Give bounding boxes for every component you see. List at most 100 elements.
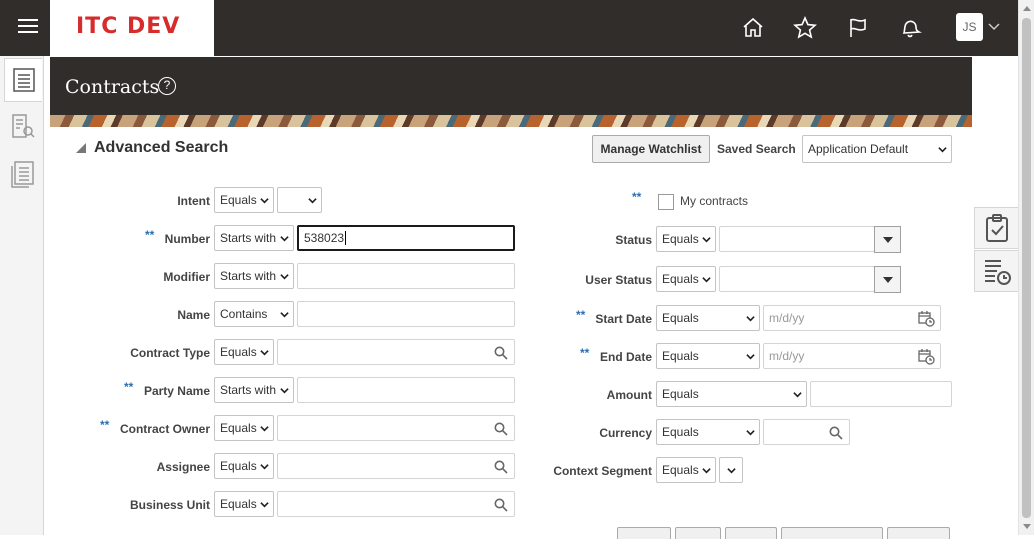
notifications-bell-icon[interactable] xyxy=(898,16,922,40)
status-input[interactable] xyxy=(719,226,875,252)
watchlist-flag-icon[interactable] xyxy=(846,16,870,40)
party-name-operator-select[interactable]: Starts with xyxy=(214,377,294,403)
chevron-down-icon xyxy=(260,198,269,204)
advanced-search-title[interactable]: Advanced Search xyxy=(94,139,228,157)
chevron-down-icon xyxy=(938,147,947,153)
contract-owner-operator-select[interactable]: Equals xyxy=(214,415,274,441)
start-date-operator-value: Equals xyxy=(662,311,699,325)
search-icon[interactable] xyxy=(494,346,508,360)
amount-operator-select[interactable]: Equals xyxy=(656,381,807,407)
search-icon[interactable] xyxy=(494,460,508,474)
intent-value-select[interactable] xyxy=(277,187,322,213)
document-search-icon xyxy=(12,114,35,138)
my-contracts-label: My contracts xyxy=(680,194,749,208)
start-date-placeholder: m/d/yy xyxy=(769,311,805,325)
end-date-label: End Date xyxy=(599,350,652,364)
assignee-operator-select[interactable]: Equals xyxy=(214,453,274,479)
search-icon[interactable] xyxy=(494,422,508,436)
status-dropdown-button[interactable] xyxy=(874,226,901,253)
chevron-down-icon xyxy=(260,426,269,432)
amount-operator-value: Equals xyxy=(662,387,699,401)
favorites-star-icon[interactable] xyxy=(793,16,817,40)
business-unit-operator-select[interactable]: Equals xyxy=(214,491,274,517)
amount-input[interactable] xyxy=(810,381,952,407)
search-button[interactable] xyxy=(617,527,671,539)
dropdown-triangle-icon xyxy=(882,236,893,243)
user-avatar[interactable]: JS xyxy=(956,13,983,41)
saved-search-label: Saved Search xyxy=(717,142,796,156)
context-segment-operator-select[interactable]: Equals xyxy=(656,457,716,483)
my-contracts-checkbox[interactable] xyxy=(658,194,674,210)
contract-type-input[interactable] xyxy=(277,339,515,365)
collapse-triangle-icon[interactable] xyxy=(76,143,86,153)
tasks-list-tab[interactable] xyxy=(4,58,42,102)
contract-owner-input[interactable] xyxy=(277,415,515,441)
user-status-operator-select[interactable]: Equals xyxy=(656,266,716,292)
stacked-documents-icon xyxy=(11,161,34,188)
tasks-checklist-panel-button[interactable] xyxy=(974,207,1018,249)
status-operator-select[interactable]: Equals xyxy=(656,226,716,252)
name-operator-select[interactable]: Contains xyxy=(214,301,294,327)
chevron-down-icon xyxy=(260,502,269,508)
search-results-tab[interactable] xyxy=(4,104,42,148)
reports-tab[interactable] xyxy=(4,151,42,195)
modifier-operator-select[interactable]: Starts with xyxy=(214,263,294,289)
chevron-down-icon xyxy=(280,274,289,280)
chevron-down-icon xyxy=(260,350,269,356)
required-marker: ** xyxy=(632,190,642,204)
recent-items-panel-button[interactable] xyxy=(974,250,1018,292)
saved-search-value: Application Default xyxy=(808,142,909,156)
calendar-icon[interactable] xyxy=(918,310,935,327)
currency-input[interactable] xyxy=(763,419,850,445)
end-date-operator-select[interactable]: Equals xyxy=(656,343,760,369)
currency-operator-value: Equals xyxy=(662,425,699,439)
global-header: ITC DEV JS xyxy=(0,0,1018,56)
end-date-placeholder: m/d/yy xyxy=(769,349,805,363)
save-button[interactable] xyxy=(725,527,777,539)
modifier-input[interactable] xyxy=(297,263,515,289)
scroll-down-arrow-icon[interactable] xyxy=(1023,524,1031,529)
amount-label: Amount xyxy=(606,388,652,402)
chevron-down-icon xyxy=(702,277,711,283)
start-date-operator-select[interactable]: Equals xyxy=(656,305,760,331)
user-menu-chevron-icon[interactable] xyxy=(988,22,1000,32)
user-status-dropdown-button[interactable] xyxy=(874,266,901,293)
assignee-input[interactable] xyxy=(277,453,515,479)
calendar-icon[interactable] xyxy=(918,348,935,365)
reorder-button[interactable] xyxy=(887,527,950,539)
intent-operator-select[interactable]: Equals xyxy=(214,187,274,213)
clipboard-check-icon xyxy=(985,214,1008,242)
number-operator-value: Starts with xyxy=(220,231,277,245)
brand-logo[interactable]: ITC DEV xyxy=(50,0,214,56)
help-icon[interactable]: ? xyxy=(158,77,176,95)
scroll-thumb[interactable] xyxy=(1022,18,1031,518)
scroll-up-arrow-icon[interactable] xyxy=(1023,6,1031,11)
start-date-input[interactable]: m/d/yy xyxy=(763,305,941,331)
context-segment-value-select[interactable] xyxy=(719,457,743,483)
end-date-input[interactable]: m/d/yy xyxy=(763,343,941,369)
user-status-operator-value: Equals xyxy=(662,272,699,286)
chevron-down-icon xyxy=(702,237,711,243)
manage-watchlist-button[interactable]: Manage Watchlist xyxy=(592,135,710,163)
home-icon[interactable] xyxy=(741,16,765,40)
saved-search-select[interactable]: Application Default xyxy=(802,135,952,163)
add-fields-button[interactable] xyxy=(781,527,883,539)
name-input[interactable] xyxy=(297,301,515,327)
chevron-down-icon xyxy=(280,236,289,242)
number-input[interactable]: 538023 xyxy=(297,225,515,251)
contract-type-label: Contract Type xyxy=(130,346,210,360)
business-unit-input[interactable] xyxy=(277,491,515,517)
required-marker: ** xyxy=(145,228,155,242)
number-operator-select[interactable]: Starts with xyxy=(214,225,294,251)
contract-type-operator-select[interactable]: Equals xyxy=(214,339,274,365)
user-status-input[interactable] xyxy=(719,266,875,292)
search-icon[interactable] xyxy=(829,426,843,440)
currency-operator-select[interactable]: Equals xyxy=(656,419,760,445)
required-marker: ** xyxy=(124,380,134,394)
vertical-scrollbar[interactable] xyxy=(1018,0,1034,535)
party-name-input[interactable] xyxy=(297,377,515,403)
reset-button[interactable] xyxy=(675,527,721,539)
search-icon[interactable] xyxy=(494,498,508,512)
chevron-down-icon xyxy=(727,468,736,474)
navigator-menu-icon[interactable] xyxy=(18,19,38,35)
